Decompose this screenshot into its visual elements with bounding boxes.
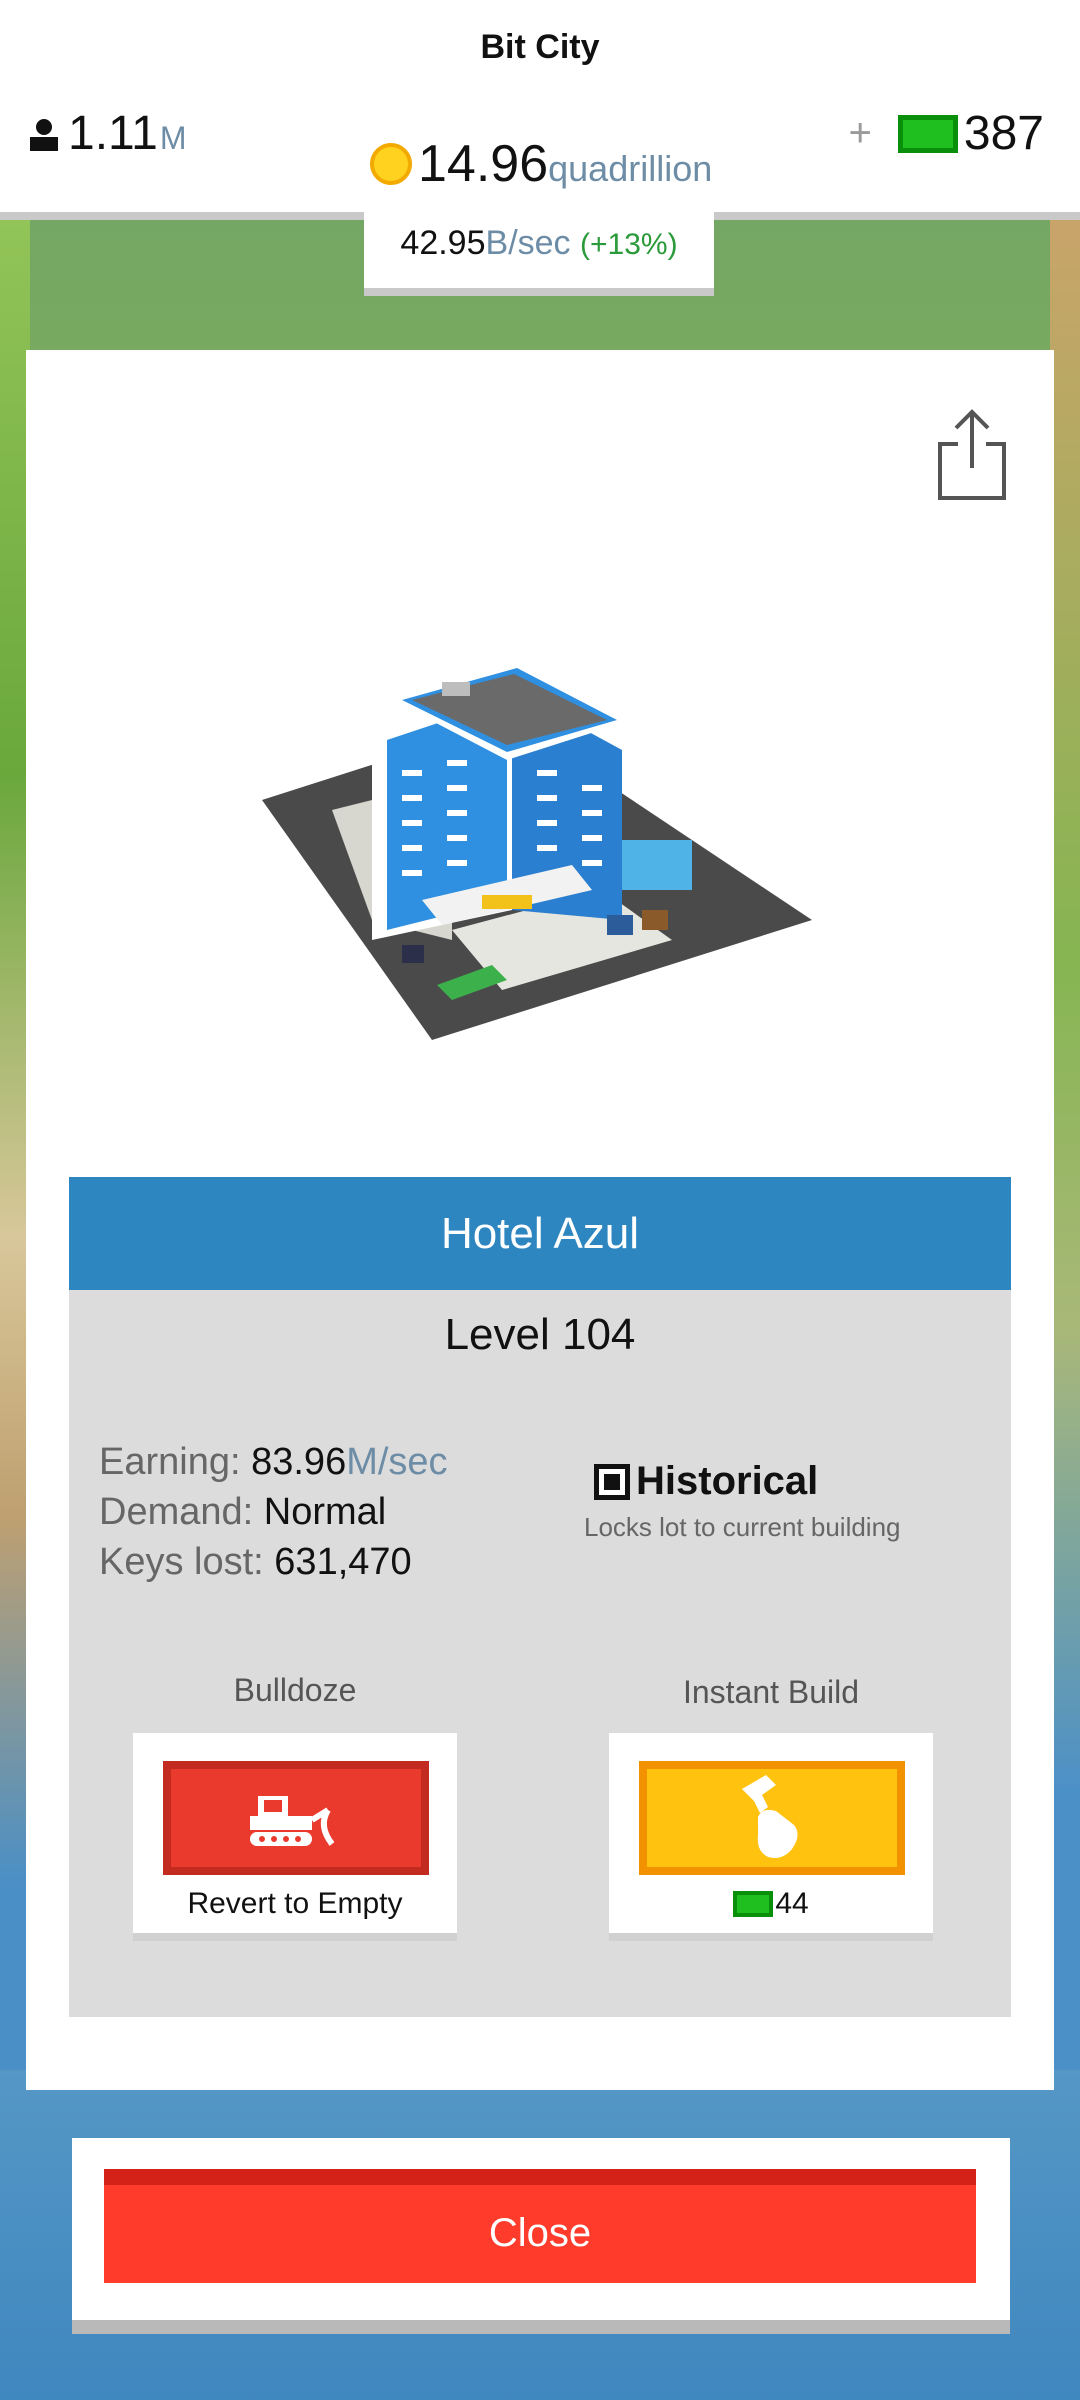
bux-display[interactable]: + 387 [849,106,1044,161]
bulldoze-card: Revert to Empty [133,1733,457,1941]
historical-description: Locks lot to current building [584,1512,901,1542]
bulldoze-caption: Revert to Empty [187,1887,403,1920]
bux-icon [897,114,958,153]
app-title: Bit City [480,28,600,66]
close-container: Close [72,2138,1010,2334]
population-value: 1.11 [68,107,158,160]
bulldoze-label: Bulldoze [233,1672,357,1708]
coin-icon [370,143,412,185]
earning-row: Earning: 83.96M/sec [99,1437,448,1487]
building-image [262,660,812,1040]
bulldoze-button[interactable] [163,1761,429,1875]
bux-value: 387 [963,107,1044,160]
rate-value: 42.95 [400,224,486,262]
instant-build-button[interactable] [639,1761,905,1875]
earning-value: 83.96 [251,1441,347,1483]
coins-unit: quadrillion [548,148,713,189]
building-info-panel: Hotel Azul Level 104 Earning: 83.96M/sec… [69,1177,1011,2017]
building-name: Hotel Azul [69,1177,1011,1290]
earning-label: Earning: [99,1441,241,1483]
instant-cost-value: 44 [775,1887,809,1920]
background-right [1050,220,1080,2070]
building-modal: Hotel Azul Level 104 Earning: 83.96M/sec… [26,350,1054,2090]
building-stats: Earning: 83.96M/sec Demand: Normal Keys … [99,1437,448,1587]
rate-unit: B/sec [485,224,571,262]
population-unit: M [159,120,187,156]
historical-checkbox[interactable] [594,1463,630,1500]
person-icon [30,119,58,151]
earning-unit: M/sec [346,1441,448,1483]
historical-label: Historical [636,1459,819,1503]
close-button[interactable]: Close [104,2169,976,2283]
demand-row: Demand: Normal [99,1487,448,1537]
top-hud: Bit City 1.11 M 14.96 quadrillion + 387 [0,0,1080,220]
bulldozer-icon [250,1796,335,1846]
building-level: Level 104 [444,1310,636,1359]
rate-bonus: (+13%) [580,228,678,261]
coins-value: 14.96 [418,135,549,193]
income-rate: 42.95B/sec (+13%) [364,212,714,296]
instant-build-card: 44 [609,1733,933,1941]
instant-build-label: Instant Build [682,1674,860,1710]
add-bux-button[interactable]: + [849,111,872,156]
coins-display: 14.96 quadrillion [370,134,712,194]
demand-label: Demand: [99,1491,254,1533]
historical-toggle[interactable]: Historical Locks lot to current building [584,1459,934,1543]
instant-build-cost: 44 [609,1887,933,1921]
keys-row: Keys lost: 631,470 [99,1537,448,1587]
hammer-hand-icon [742,1775,798,1858]
population-display: 1.11 M [26,106,187,161]
share-icon[interactable] [934,406,1010,502]
bux-icon [733,1891,774,1917]
keys-value: 631,470 [274,1541,412,1583]
demand-value: Normal [263,1491,387,1533]
keys-label: Keys lost: [99,1541,264,1583]
